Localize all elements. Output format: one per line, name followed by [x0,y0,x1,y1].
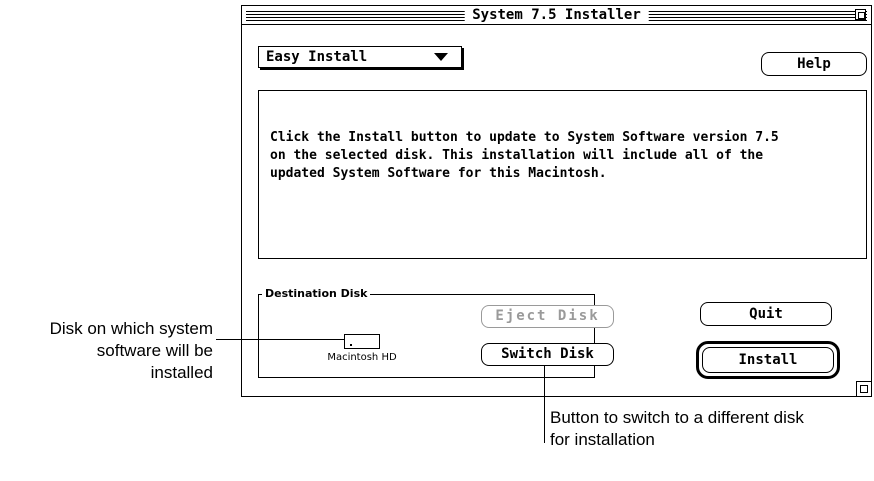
disk-callout-line: Disk on which system [49,319,213,338]
eject-disk-button[interactable]: Eject Disk [481,305,614,328]
switch-callout-line: for installation [550,430,655,449]
message-line-2: on the selected disk. This installation … [270,148,764,163]
destination-disk-label: Destination Disk [262,287,371,301]
help-button[interactable]: Help [761,52,867,76]
grow-box-icon[interactable] [856,381,871,396]
zoom-box-icon[interactable] [855,9,866,20]
popup-arrow-icon [434,53,448,61]
hard-disk-icon[interactable] [344,334,380,349]
disk-callout-text: Disk on which system software will be in… [0,318,213,384]
switch-callout-text: Button to switch to a different disk for… [550,407,870,451]
switch-callout-line-pointer [544,365,545,443]
install-type-popup[interactable]: Easy Install [258,46,462,68]
switch-callout-line: Button to switch to a different disk [550,408,804,427]
disk-callout-line: software will be [96,341,213,360]
disk-callout-line: installed [150,363,213,382]
install-type-selected: Easy Install [266,49,368,65]
switch-disk-button[interactable]: Switch Disk [481,343,614,366]
title-bar[interactable]: System 7.5 Installer [242,6,871,25]
window-title: System 7.5 Installer [464,7,649,23]
disk-name-label: Macintosh HD [327,352,397,363]
quit-button[interactable]: Quit [700,302,832,326]
install-button[interactable]: Install [702,347,834,373]
message-line-1: Click the Install button to update to Sy… [270,130,779,145]
disk-callout-line-pointer [216,339,344,340]
install-message-box: Click the Install button to update to Sy… [258,90,867,259]
message-line-3: updated System Software for this Macinto… [270,166,607,181]
